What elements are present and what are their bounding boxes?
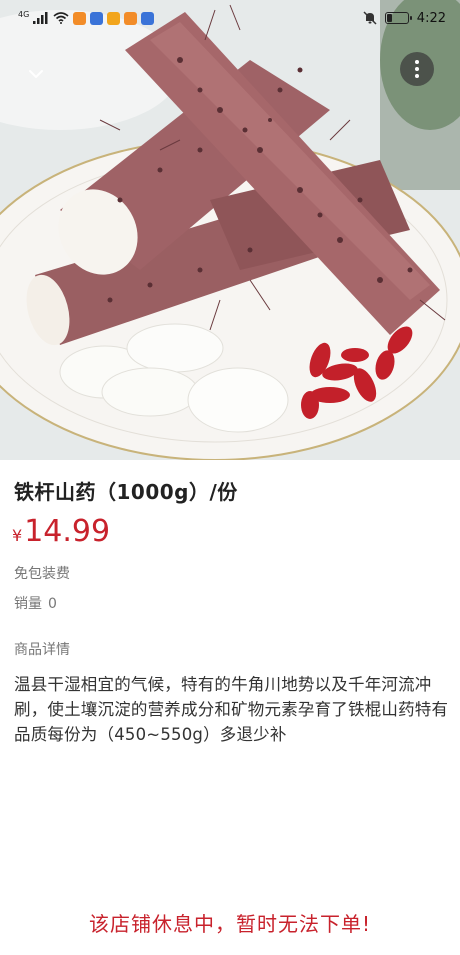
product-title: 铁杆山药（1000g）/份 bbox=[14, 480, 238, 504]
sales-label: 销量 bbox=[14, 596, 42, 612]
store-closed-notice: 该店铺休息中，暂时无法下单! bbox=[88, 912, 372, 936]
wifi-icon bbox=[53, 12, 69, 24]
status-bar-right: 4:22 bbox=[363, 11, 446, 26]
details-heading: 商品详情 bbox=[14, 642, 70, 658]
bell-off-icon bbox=[363, 11, 377, 25]
yam-photo bbox=[0, 0, 460, 460]
status-bar: 4G 4:22 bbox=[0, 0, 460, 36]
sales-info: 销量 0 bbox=[14, 593, 57, 613]
battery-icon bbox=[384, 12, 412, 24]
more-vertical-icon bbox=[415, 60, 419, 64]
product-price: ¥ 14.99 bbox=[12, 514, 110, 549]
price-amount: 14.99 bbox=[24, 514, 111, 549]
more-options-button[interactable] bbox=[400, 52, 434, 86]
currency-symbol: ¥ bbox=[12, 526, 23, 545]
signal-icon bbox=[33, 12, 48, 24]
back-button[interactable] bbox=[22, 60, 50, 88]
app-notification-icon bbox=[73, 11, 87, 25]
network-type-label: 4G bbox=[18, 9, 30, 19]
shipping-info: 免包装费 bbox=[14, 566, 70, 582]
chevron-down-icon bbox=[29, 70, 43, 78]
sales-count: 0 bbox=[48, 596, 57, 612]
product-description: 温县干湿相宜的气候，特有的牛角川地势以及千年河流冲刷，使土壤沉淀的营养成分和矿物… bbox=[14, 675, 449, 744]
status-bar-left: 4G bbox=[18, 9, 155, 25]
app-notification-icon bbox=[107, 11, 121, 25]
video-app-icon bbox=[124, 11, 138, 25]
shield-app-icon bbox=[141, 11, 155, 25]
product-image bbox=[0, 0, 460, 460]
status-time: 4:22 bbox=[416, 10, 446, 26]
music-app-icon bbox=[90, 11, 104, 25]
